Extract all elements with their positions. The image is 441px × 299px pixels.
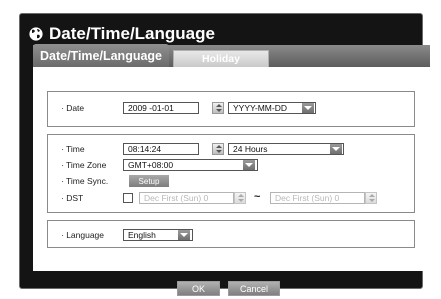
timezone-label: · Time Zone [61, 160, 107, 170]
dst-checkbox[interactable] [123, 193, 133, 203]
settings-dialog: Date/Time/Language Date/Time/Language Ho… [19, 13, 430, 296]
hour-format-select[interactable]: 24 Hours [228, 143, 344, 155]
time-label: · Time [61, 144, 85, 154]
chevron-down-icon[interactable] [302, 103, 314, 113]
globe-icon [28, 26, 44, 42]
tab-date-time-language[interactable]: Date/Time/Language [33, 44, 169, 68]
date-format-value: YYYY-MM-DD [233, 103, 287, 113]
chevron-down-icon[interactable] [178, 230, 190, 240]
dst-end-field[interactable]: Dec First (Sun) 0 [270, 192, 365, 204]
hour-format-value: 24 Hours [233, 144, 268, 154]
date-group: · Date 2009 -01-01 YYYY-MM-DD [47, 91, 415, 127]
content-panel: · Date 2009 -01-01 YYYY-MM-DD · Time 08:… [33, 67, 430, 271]
time-field[interactable]: 08:14:24 [123, 143, 199, 155]
ok-button[interactable]: OK [177, 281, 220, 296]
date-label: · Date [61, 103, 85, 113]
timezone-select[interactable]: GMT+08:00 [123, 159, 258, 171]
language-group: · Language English [47, 220, 415, 248]
time-spin-button[interactable] [212, 143, 224, 155]
time-group: · Time 08:14:24 24 Hours · Time Zone GMT… [47, 134, 415, 213]
language-value: English [128, 230, 156, 240]
title-bar: Date/Time/Language [28, 23, 215, 45]
language-label: · Language [61, 230, 105, 240]
dst-start-field[interactable]: Dec First (Sun) 0 [139, 192, 234, 204]
cancel-button[interactable]: Cancel [228, 281, 280, 296]
chevron-down-icon[interactable] [330, 144, 342, 154]
chevron-down-icon[interactable] [243, 160, 255, 170]
timezone-value: GMT+08:00 [128, 160, 174, 170]
dst-separator: ~ [254, 191, 261, 203]
date-spin-button[interactable] [212, 102, 224, 114]
timesync-label: · Time Sync. [61, 176, 109, 186]
dst-end-spin-button[interactable] [365, 192, 377, 204]
date-field[interactable]: 2009 -01-01 [123, 102, 199, 114]
dst-start-spin-button[interactable] [234, 192, 246, 204]
tab-holiday[interactable]: Holiday [173, 50, 269, 68]
dst-label: · DST [61, 193, 84, 203]
page-title: Date/Time/Language [49, 24, 215, 43]
setup-button[interactable]: Setup [129, 175, 169, 187]
